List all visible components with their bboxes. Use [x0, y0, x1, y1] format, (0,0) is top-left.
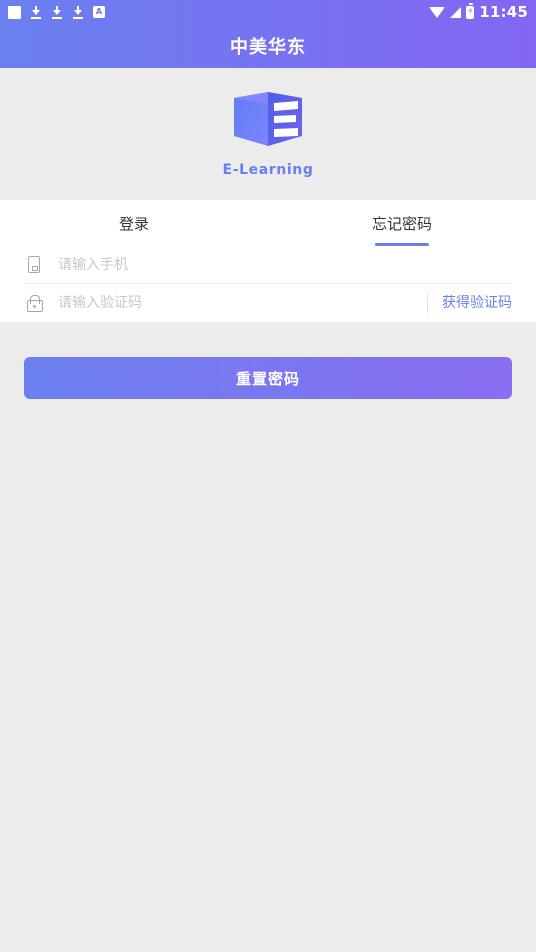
logo-caption: E-Learning	[222, 162, 314, 178]
signal-icon	[450, 6, 462, 18]
tab-login[interactable]: 登录	[0, 200, 268, 246]
e-learning-logo-icon	[234, 92, 302, 146]
lock-icon	[24, 294, 44, 312]
code-field-row: 获得验证码	[24, 284, 512, 322]
page-title: 中美华东	[230, 37, 306, 58]
submit-area: 重置密码	[0, 322, 536, 399]
a-box-icon: A	[93, 6, 105, 18]
tab-forgot-password[interactable]: 忘记密码	[268, 200, 536, 246]
battery-charging-icon: ⚡	[466, 3, 475, 19]
phone-field-row	[24, 246, 512, 284]
auth-card: 登录 忘记密码 获得验证码	[0, 200, 536, 322]
phone-input[interactable]	[58, 256, 512, 273]
auth-tabs: 登录 忘记密码	[0, 200, 536, 246]
download-icon	[72, 5, 84, 19]
app-square-icon	[8, 5, 21, 19]
get-verification-code-button[interactable]: 获得验证码	[427, 293, 512, 313]
wifi-icon	[429, 6, 446, 18]
status-bar: A ⚡ 11:45	[0, 0, 536, 24]
app-screen: A ⚡ 11:45 中美华东 E-Learning 登录 忘记密码 请输入手机 …	[0, 0, 536, 952]
status-bar-clock: 11:45	[479, 3, 528, 21]
download-icon	[51, 5, 63, 19]
status-bar-notifications: A	[8, 5, 105, 19]
tab-login-label: 登录	[118, 214, 149, 233]
phone-icon	[24, 256, 44, 273]
status-bar-system: ⚡ 11:45	[429, 3, 528, 21]
verification-code-input[interactable]	[58, 295, 419, 311]
app-title-bar: 中美华东	[0, 24, 536, 68]
logo-section: E-Learning	[0, 68, 536, 200]
download-icon	[30, 5, 42, 19]
reset-password-button[interactable]: 重置密码	[24, 357, 512, 399]
tab-forgot-password-label: 忘记密码	[371, 214, 432, 233]
